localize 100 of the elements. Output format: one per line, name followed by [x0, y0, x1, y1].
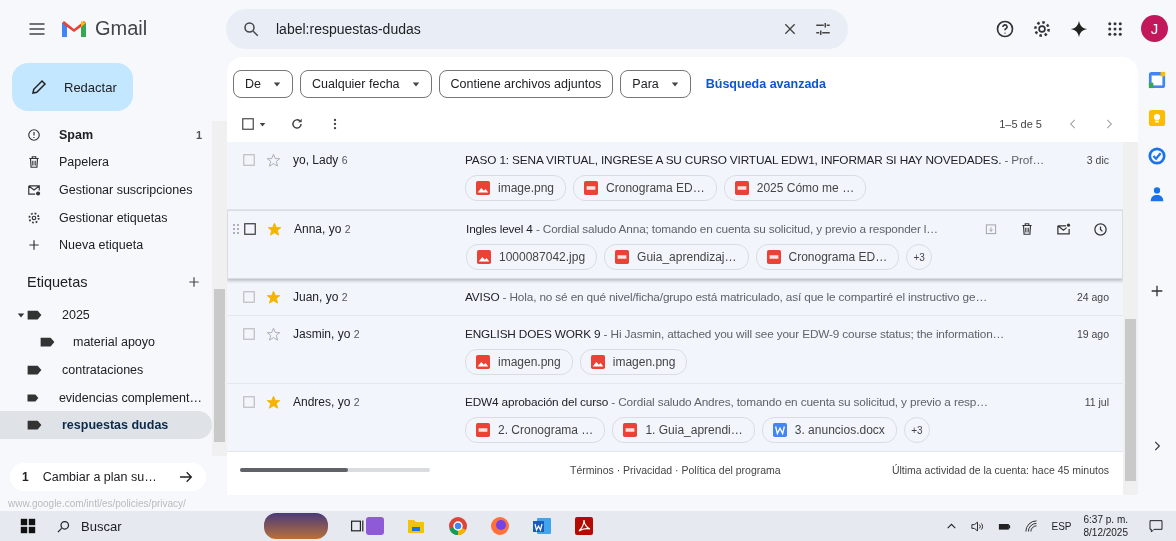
- sender-names: Juan, yo 2: [293, 290, 348, 304]
- plus-icon[interactable]: [187, 274, 201, 289]
- windows-start-icon[interactable]: [20, 518, 36, 534]
- email-preview: Ingles level 4 - Cordial saludo Anna; tomando en cuenta su solicitud, y previo a responder l…: [466, 222, 938, 236]
- row-checkbox[interactable]: [242, 153, 256, 167]
- filter-chip[interactable]: Para: [620, 70, 691, 98]
- pagination-text: 1–5 de 5: [999, 118, 1042, 130]
- pdf-file-icon: [615, 250, 630, 264]
- scrollbar[interactable]: [1123, 142, 1138, 495]
- calendar-icon[interactable]: [1148, 71, 1166, 89]
- search-field[interactable]: label:respuestas-dudas: [226, 8, 848, 49]
- clock-icon[interactable]: [1093, 221, 1108, 237]
- browser-circle-icon[interactable]: [448, 516, 468, 536]
- row-checkbox[interactable]: [242, 290, 256, 304]
- label-tag-icon: [27, 309, 42, 320]
- attachment-chip[interactable]: image.png: [465, 175, 567, 201]
- attachment-chip[interactable]: Cronograma ED…: [573, 175, 717, 201]
- sender-names: Jasmin, yo 2: [293, 327, 360, 341]
- attachment-chip[interactable]: Guia_aprendizaj…: [604, 244, 749, 270]
- advanced-search-link[interactable]: Búsqueda avanzada: [705, 77, 826, 91]
- attachment-chip[interactable]: 2. Cronograma …: [465, 417, 606, 443]
- word-app-icon[interactable]: [532, 516, 552, 536]
- sidebar-item[interactable]: Spam 1: [0, 121, 212, 149]
- upgrade-button[interactable]: 1 Cambiar a plan su…: [10, 463, 206, 491]
- clock-time[interactable]: 6:37 p. m.: [1083, 513, 1128, 526]
- select-checkbox[interactable]: [241, 117, 255, 131]
- settings-icon[interactable]: [1032, 18, 1052, 39]
- clock-date[interactable]: 8/12/2025: [1083, 526, 1128, 539]
- email-row[interactable]: Juan, yo 2 AVISO - Hola, no sé en qué nivel/ficha/grupo está matriculado, así que le compartiré el instructivo ge… 24 ago: [227, 279, 1123, 316]
- sender-names: yo, Lady 6: [293, 153, 348, 167]
- compose-button[interactable]: Redactar: [12, 63, 133, 111]
- attachment-chip[interactable]: Cronograma ED…: [755, 244, 900, 270]
- attachment-chip[interactable]: imagen.png: [579, 349, 688, 375]
- email-row[interactable]: Anna, yo 2 Ingles level 4 - Cordial saludo Anna; tomando en cuenta su solicitud, y previo a responder l… 1000087042.jpg Guia_aprendizaj… Cronograma ED… +3: [227, 210, 1123, 279]
- footer-links: Términos · Privacidad · Política del programa: [570, 463, 781, 476]
- email-preview: AVISO - Hola, no sé en qué nivel/ficha/grupo está matriculado, así que le compartiré el instructivo ge…: [465, 290, 988, 304]
- pdf-file-icon: [766, 250, 781, 264]
- arrow-right-icon: [178, 469, 194, 485]
- search-icon[interactable]: [242, 19, 260, 38]
- attachment-chip[interactable]: 1000087042.jpg: [466, 244, 598, 270]
- speaker-icon[interactable]: [970, 518, 986, 534]
- help-icon[interactable]: [995, 18, 1015, 39]
- filter-chip[interactable]: De: [233, 70, 293, 98]
- pdf-app-icon[interactable]: [574, 516, 594, 536]
- drag-handle-icon[interactable]: [233, 224, 239, 234]
- label-item[interactable]: respuestas dudas: [0, 411, 212, 439]
- attachment-chip[interactable]: imagen.png: [465, 349, 573, 375]
- caret-icon[interactable]: [259, 120, 266, 128]
- row-checkbox[interactable]: [242, 327, 256, 341]
- apps-grid-icon[interactable]: [1106, 19, 1124, 38]
- photo-placeholder[interactable]: [264, 513, 328, 539]
- star-icon[interactable]: [267, 222, 282, 237]
- label-item[interactable]: contrataciones: [0, 356, 212, 384]
- star-icon[interactable]: [266, 395, 281, 410]
- gear-icon: [27, 210, 41, 225]
- language-indicator[interactable]: ESP: [1051, 520, 1072, 532]
- sidebar-item[interactable]: Gestionar suscripciones: [0, 176, 212, 204]
- account-avatar[interactable]: J: [1141, 15, 1168, 42]
- contact-person-icon[interactable]: [1148, 185, 1166, 203]
- attachment-chip[interactable]: 3. anuncios.docx: [761, 417, 897, 443]
- plus-icon[interactable]: [1149, 283, 1165, 299]
- label-item[interactable]: evidencias complement…: [0, 383, 212, 412]
- envelope-icon: [27, 183, 41, 197]
- sidebar-item[interactable]: Nueva etiqueta: [0, 231, 212, 259]
- label-tag-icon: [27, 420, 42, 431]
- trash-icon[interactable]: [1020, 222, 1034, 236]
- star-icon[interactable]: [266, 290, 281, 305]
- attachment-chip[interactable]: 1. Guia_aprendi…: [612, 417, 755, 443]
- star-icon[interactable]: [266, 327, 281, 342]
- wifi-icon[interactable]: [1024, 518, 1040, 534]
- pdf-file-icon: [623, 423, 638, 437]
- email-preview: EDW4 aprobación del curso - Cordial saludo Andres, tomando en cuenta su solicitud, y previo a resp…: [465, 395, 988, 409]
- task-view-icon[interactable]: [350, 518, 366, 534]
- label-item[interactable]: material apoyo: [0, 328, 212, 357]
- fox-browser-icon[interactable]: [490, 516, 510, 536]
- filter-chip[interactable]: Cualquier fecha: [300, 70, 432, 98]
- app-name: Gmail: [95, 17, 148, 40]
- caret-icon[interactable]: [17, 310, 25, 319]
- row-checkbox[interactable]: [242, 395, 256, 409]
- email-row[interactable]: Andres, yo 2 EDW4 aprobación del curso - Cordial saludo Andres, tomando en cuenta su solicitud, y previo a resp… 11 jul 2. Cronograma … 1. Guia_aprendi… 3. anuncios.docx +3: [227, 384, 1123, 452]
- task-check-icon[interactable]: [1148, 147, 1166, 165]
- label-item[interactable]: 2025: [0, 300, 212, 329]
- sidebar-item[interactable]: Papelera: [0, 148, 212, 177]
- filter-chip[interactable]: Contiene archivos adjuntos: [438, 70, 614, 98]
- envelope-icon[interactable]: [1056, 221, 1071, 237]
- refresh-icon[interactable]: [290, 117, 304, 131]
- email-row[interactable]: yo, Lady 6 PASO 1: SENA VIRTUAL, INGRESE A SU CURSO VIRTUAL EDW1, INFORMAR SI HAY NOVEDADES. - Prof… 3 dic image.png Cronograma ED… 2025 Cómo me …: [227, 142, 1123, 210]
- row-checkbox[interactable]: [243, 222, 257, 236]
- star-icon[interactable]: [266, 153, 281, 168]
- scrollbar[interactable]: [212, 121, 227, 456]
- sidebar-item[interactable]: Gestionar etiquetas: [0, 203, 212, 232]
- label-tag-icon: [27, 364, 42, 375]
- attachment-chip[interactable]: 2025 Cómo me …: [723, 175, 867, 201]
- notification-icon[interactable]: [1148, 518, 1164, 534]
- image-file-icon: [476, 181, 490, 195]
- email-row[interactable]: Jasmin, yo 2 ENGLISH DOES WORK 9 - Hi Jasmin, attached you will see your EDW-9 course status; the information… 19 ago imagen.png imagen.png: [227, 316, 1123, 384]
- email-preview: ENGLISH DOES WORK 9 - Hi Jasmin, attached you will see your EDW-9 course status; the information…: [465, 327, 1005, 341]
- taskbar-search-field[interactable]: Buscar: [36, 518, 216, 534]
- pencil-icon: [30, 78, 48, 96]
- email-date: 11 jul: [1084, 396, 1109, 408]
